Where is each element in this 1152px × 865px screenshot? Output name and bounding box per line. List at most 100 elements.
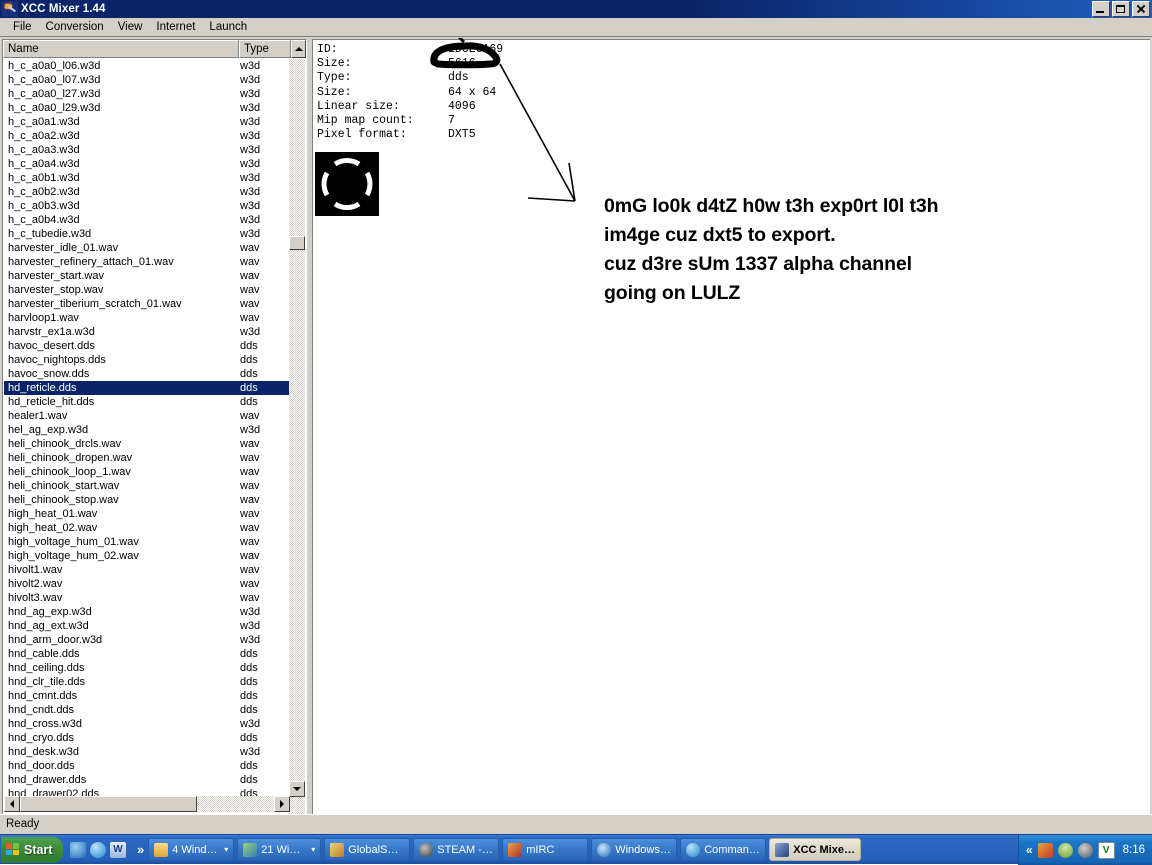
file-list-row[interactable]: h_c_a0a0_l27.w3dw3d (4, 87, 290, 101)
file-list-row[interactable]: harvester_idle_01.wavwav (4, 241, 290, 255)
file-list-row[interactable]: hd_reticle.ddsdds (4, 381, 290, 395)
column-header-name[interactable]: Name (3, 40, 239, 58)
menu-item-internet[interactable]: Internet (149, 19, 202, 35)
taskbar-group-caret-icon[interactable]: ▾ (224, 845, 228, 854)
file-list-row[interactable]: heli_chinook_start.wavwav (4, 479, 290, 493)
file-list-row[interactable]: h_c_a0a3.w3dw3d (4, 143, 290, 157)
file-list-row[interactable]: heli_chinook_drcls.wavwav (4, 437, 290, 451)
file-list-row[interactable]: hnd_drawer.ddsdds (4, 773, 290, 787)
file-list-row[interactable]: high_heat_02.wavwav (4, 521, 290, 535)
file-list-row[interactable]: h_c_a0a0_l29.w3dw3d (4, 101, 290, 115)
taskbar-clock[interactable]: 8:16 (1123, 844, 1145, 856)
taskbar-button[interactable]: XCC Mixer ... (769, 838, 861, 861)
file-list-row[interactable]: hd_reticle_hit.ddsdds (4, 395, 290, 409)
file-list-row[interactable]: h_c_a0b1.w3dw3d (4, 171, 290, 185)
file-list-row[interactable]: harvester_refinery_attach_01.wavwav (4, 255, 290, 269)
file-list-row[interactable]: h_c_a0b2.w3dw3d (4, 185, 290, 199)
file-list-row[interactable]: h_c_a0b3.w3dw3d (4, 199, 290, 213)
caret-up-icon (295, 47, 303, 51)
file-list-row[interactable]: harvstr_ex1a.w3dw3d (4, 325, 290, 339)
hscrollbar-left-button[interactable] (4, 796, 20, 812)
file-list-row[interactable]: healer1.wavwav (4, 409, 290, 423)
file-list-row[interactable]: hnd_cryo.ddsdds (4, 731, 290, 745)
vscrollbar-thumb[interactable] (289, 236, 305, 250)
file-list-row[interactable]: h_c_a0a1.w3dw3d (4, 115, 290, 129)
taskbar-button[interactable]: GlobalSCAP... (324, 838, 410, 861)
file-list-row[interactable]: h_c_a0a2.w3dw3d (4, 129, 290, 143)
taskbar-button[interactable]: 21 Windo...▾ (237, 838, 321, 861)
column-header-type[interactable]: Type (239, 40, 291, 58)
file-list-row[interactable]: heli_chinook_loop_1.wavwav (4, 465, 290, 479)
file-list-row[interactable]: high_voltage_hum_01.wavwav (4, 535, 290, 549)
file-list-row[interactable]: harvloop1.wavwav (4, 311, 290, 325)
file-list-row[interactable]: h_c_a0a0_l06.w3dw3d (4, 59, 290, 73)
file-list-horizontal-scrollbar[interactable] (4, 796, 290, 812)
tray-expand-chevron[interactable]: « (1026, 843, 1033, 857)
file-list-row[interactable]: hnd_cndt.ddsdds (4, 703, 290, 717)
file-list-row[interactable]: hnd_desk.w3dw3d (4, 745, 290, 759)
hscrollbar-right-button[interactable] (274, 796, 290, 812)
internet-explorer-icon[interactable] (90, 842, 106, 858)
minimize-button[interactable] (1092, 1, 1110, 17)
file-list-row[interactable]: hnd_ag_ext.w3dw3d (4, 619, 290, 633)
file-list-row[interactable]: havoc_snow.ddsdds (4, 367, 290, 381)
scrollbar-up-button[interactable] (291, 40, 306, 58)
taskbar-button[interactable]: mIRC (502, 838, 588, 861)
file-list-row[interactable]: hnd_arm_door.w3dw3d (4, 633, 290, 647)
file-list-row[interactable]: hivolt1.wavwav (4, 563, 290, 577)
file-list-row[interactable]: hnd_ceiling.ddsdds (4, 661, 290, 675)
vc-tray-icon[interactable]: V (1098, 842, 1115, 859)
taskbar-button[interactable]: Command a... (680, 838, 766, 861)
file-list-row[interactable]: hnd_ag_exp.w3dw3d (4, 605, 290, 619)
file-list-row[interactable]: hnd_clr_tile.ddsdds (4, 675, 290, 689)
file-list-row[interactable]: hel_ag_exp.w3dw3d (4, 423, 290, 437)
file-list-rows[interactable]: h_c_a0a0_l06.w3dw3dh_c_a0a0_l07.w3dw3dh_… (4, 59, 290, 834)
file-list-row[interactable]: hivolt3.wavwav (4, 591, 290, 605)
file-list-row[interactable]: h_c_a0b4.w3dw3d (4, 213, 290, 227)
file-list-row[interactable]: h_c_a0a0_l07.w3dw3d (4, 73, 290, 87)
file-list-row[interactable]: hnd_cross.w3dw3d (4, 717, 290, 731)
file-list-row[interactable]: heli_chinook_stop.wavwav (4, 493, 290, 507)
file-list-row[interactable]: hivolt2.wavwav (4, 577, 290, 591)
close-button[interactable] (1132, 1, 1150, 17)
menu-item-file[interactable]: File (6, 19, 39, 35)
file-list-row[interactable]: havoc_nightops.ddsdds (4, 353, 290, 367)
menu-item-launch[interactable]: Launch (202, 19, 254, 35)
menu-item-conversion[interactable]: Conversion (39, 19, 111, 35)
file-list-row[interactable]: harvester_stop.wavwav (4, 283, 290, 297)
app-icon[interactable] (70, 842, 86, 858)
file-list-row[interactable]: hnd_cable.ddsdds (4, 647, 290, 661)
file-list-row[interactable]: high_heat_01.wavwav (4, 507, 290, 521)
hscrollbar-thumb[interactable] (20, 796, 197, 812)
file-list-row[interactable]: havoc_desert.ddsdds (4, 339, 290, 353)
vscrollbar-track[interactable] (289, 59, 305, 815)
file-type-cell: wav (240, 493, 290, 507)
quick-launch-overflow-chevron[interactable]: » (137, 842, 144, 857)
file-list-row[interactable]: hnd_door.ddsdds (4, 759, 290, 773)
menu-item-view[interactable]: View (111, 19, 150, 35)
file-list-row[interactable]: heli_chinook_dropen.wavwav (4, 451, 290, 465)
file-list-row[interactable]: h_c_a0a4.w3dw3d (4, 157, 290, 171)
mirc-tray-icon[interactable] (1038, 843, 1053, 858)
file-list-row[interactable]: hnd_cmnt.ddsdds (4, 689, 290, 703)
file-list-row[interactable]: h_c_tubedie.w3dw3d (4, 227, 290, 241)
file-list-row[interactable]: high_voltage_hum_02.wavwav (4, 549, 290, 563)
taskbar-button[interactable]: STEAM - re... (413, 838, 499, 861)
file-name-cell: harvester_start.wav (4, 269, 240, 283)
volume-tray-icon[interactable] (1078, 843, 1093, 858)
file-list-row[interactable]: harvester_start.wavwav (4, 269, 290, 283)
window-controls (1092, 1, 1150, 17)
file-name-cell: h_c_a0b4.w3d (4, 213, 240, 227)
taskbar-group-caret-icon[interactable]: ▾ (311, 845, 315, 854)
file-name-cell: high_voltage_hum_01.wav (4, 535, 240, 549)
taskbar-button[interactable]: Windows M... (591, 838, 677, 861)
restore-button[interactable] (1112, 1, 1130, 17)
file-list-vertical-scrollbar[interactable] (289, 59, 305, 815)
file-list-row[interactable]: harvester_tiberium_scratch_01.wavwav (4, 297, 290, 311)
user-tray-icon[interactable] (1058, 843, 1073, 858)
taskbar-button[interactable]: 4 Window...▾ (148, 838, 234, 861)
file-name-cell: high_voltage_hum_02.wav (4, 549, 240, 563)
vscrollbar-down-button[interactable] (289, 781, 305, 797)
word-icon[interactable]: W (110, 842, 126, 858)
start-button[interactable]: Start (1, 837, 63, 863)
